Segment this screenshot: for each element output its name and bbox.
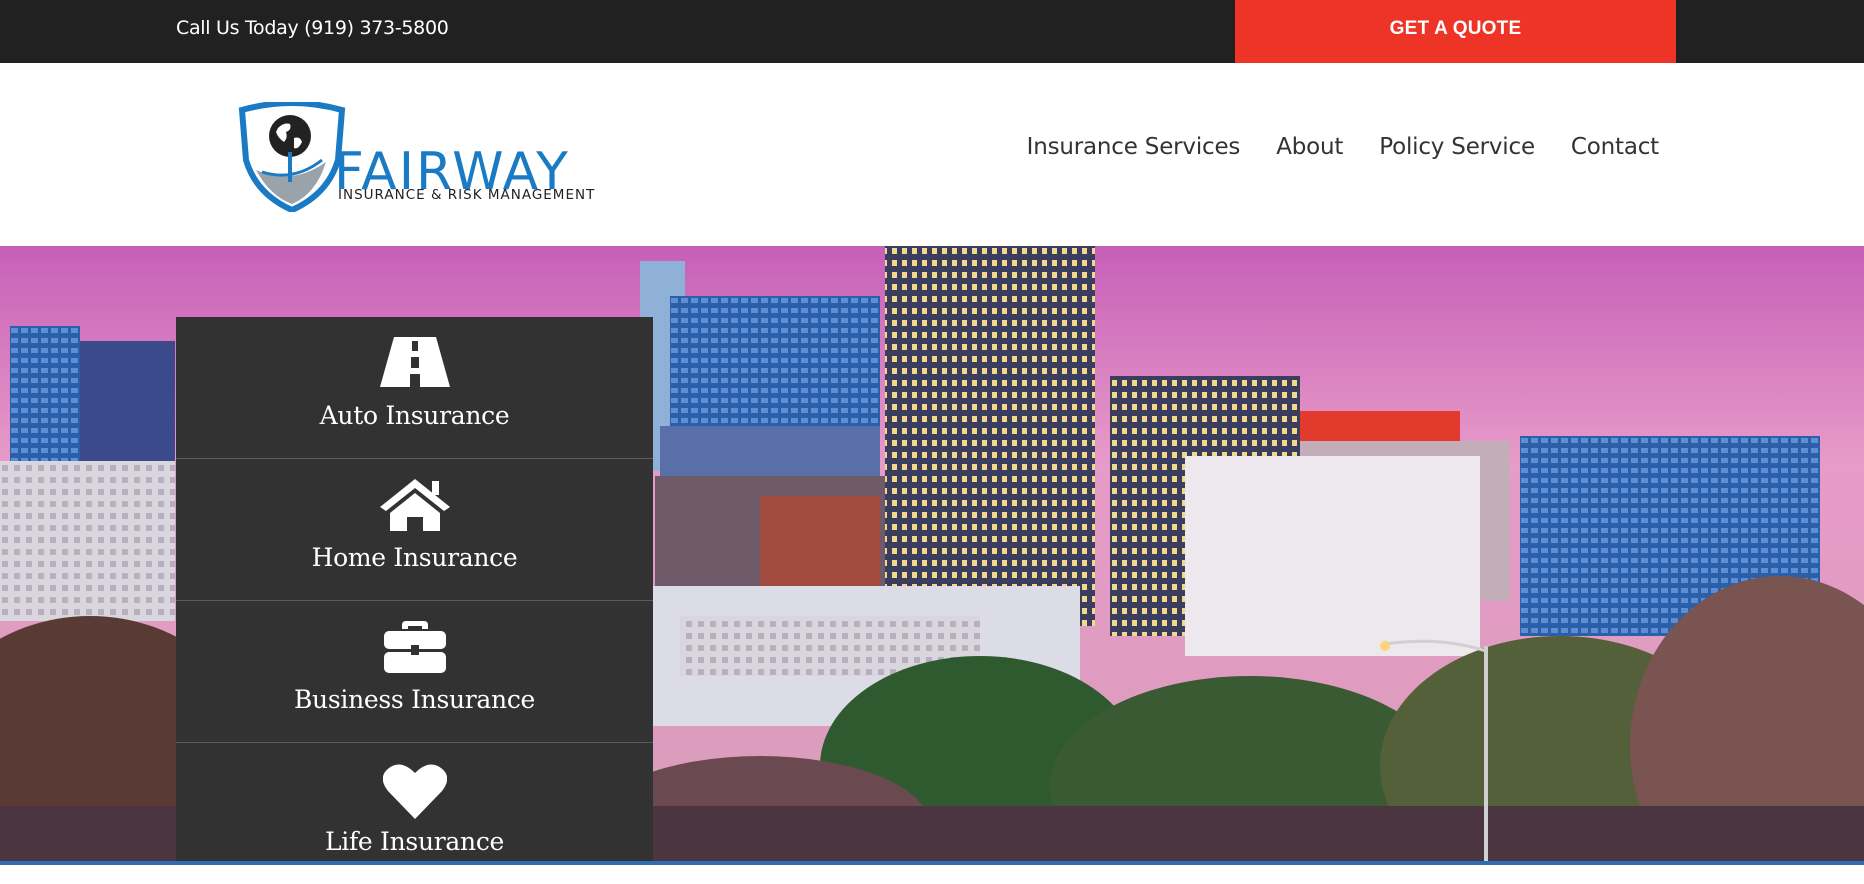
nav-policy-service[interactable]: Policy Service bbox=[1379, 134, 1535, 160]
nav-contact[interactable]: Contact bbox=[1571, 134, 1659, 160]
home-icon bbox=[176, 479, 653, 531]
home-insurance-link[interactable]: Home Insurance bbox=[176, 459, 653, 601]
top-bar: Call Us Today (919) 373-5800 GET A QUOTE bbox=[0, 0, 1864, 63]
business-insurance-link[interactable]: Business Insurance bbox=[176, 601, 653, 743]
road-icon bbox=[176, 337, 653, 387]
main-nav: Insurance Services About Policy Service … bbox=[1027, 134, 1660, 160]
nav-insurance-services[interactable]: Insurance Services bbox=[1027, 134, 1241, 160]
shield-globe-icon bbox=[238, 102, 346, 212]
site-logo[interactable]: FAIRWAY INSURANCE & RISK MANAGEMENT bbox=[238, 102, 598, 212]
phone-number[interactable]: Call Us Today (919) 373-5800 bbox=[176, 0, 449, 57]
heart-icon bbox=[176, 763, 653, 819]
auto-insurance-label: Auto Insurance bbox=[319, 401, 510, 430]
bottom-accent-line bbox=[0, 861, 1864, 865]
nav-about[interactable]: About bbox=[1276, 134, 1343, 160]
home-insurance-label: Home Insurance bbox=[311, 543, 518, 572]
logo-tagline: INSURANCE & RISK MANAGEMENT bbox=[338, 187, 596, 203]
auto-insurance-link[interactable]: Auto Insurance bbox=[176, 317, 653, 459]
life-insurance-label: Life Insurance bbox=[324, 827, 505, 856]
get-a-quote-button[interactable]: GET A QUOTE bbox=[1235, 0, 1676, 63]
business-insurance-label: Business Insurance bbox=[293, 685, 536, 714]
insurance-types-panel: Auto Insurance Home Insurance Business I… bbox=[176, 317, 653, 865]
briefcase-icon bbox=[176, 621, 653, 673]
